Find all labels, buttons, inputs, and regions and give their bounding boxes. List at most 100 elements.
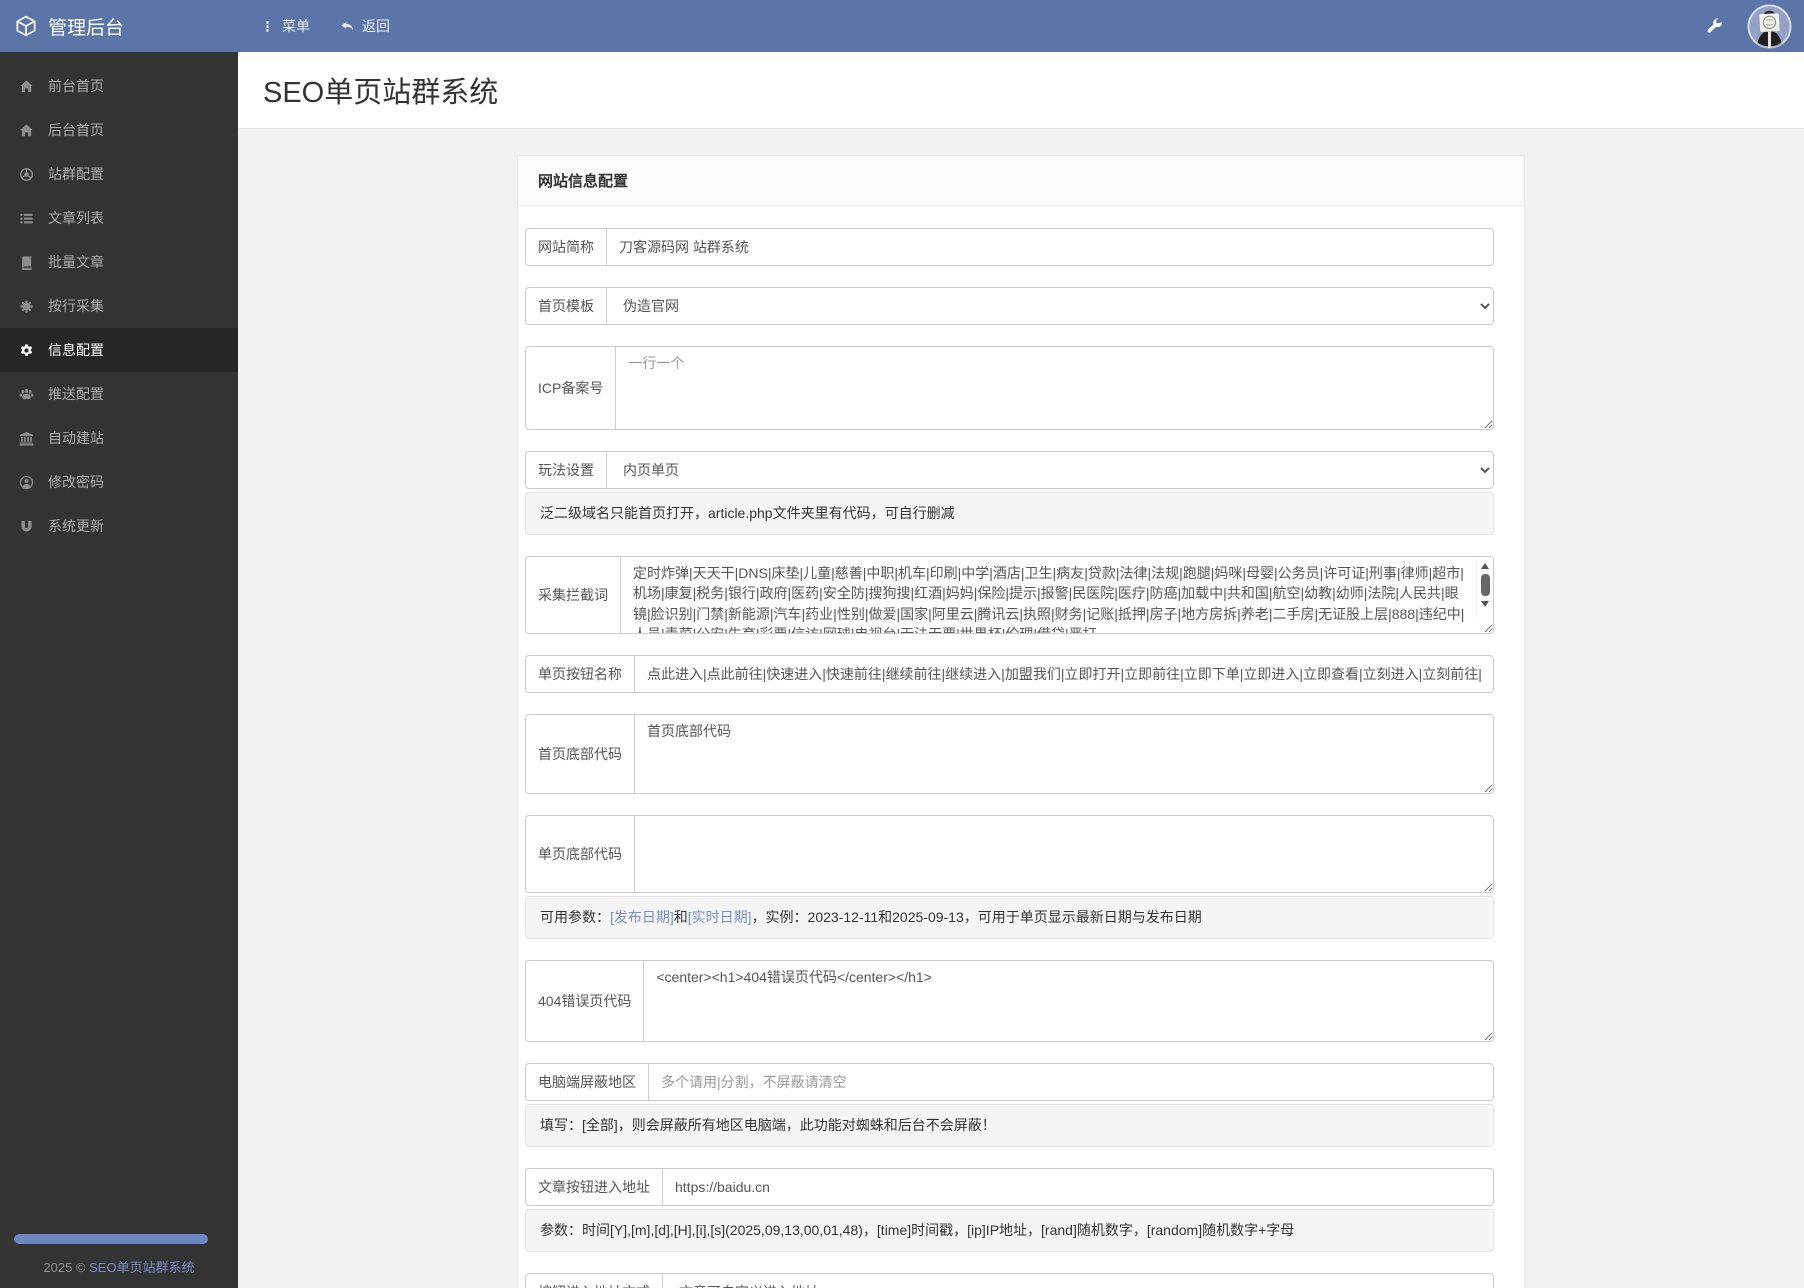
sidebar-item-admin-home[interactable]: 后台首页	[0, 108, 238, 152]
pc-block-area-help: 填写：[全部]，则会屏蔽所有地区电脑端，此功能对蜘蛛和后台不会屏蔽！	[525, 1104, 1494, 1147]
play-mode-help: 泛二级域名只能首页打开，article.php文件夹里有代码，可自行删减	[525, 492, 1494, 535]
content: 网站信息配置 网站简称 首页模板 伪造官网	[238, 129, 1804, 1288]
sidebar-item-change-password[interactable]: 修改密码	[0, 460, 238, 504]
textarea-scrollbar	[1476, 557, 1493, 617]
brand-title: 管理后台	[48, 17, 125, 39]
panel-body: 网站简称 首页模板 伪造官网 ICP备案号	[518, 206, 1524, 1288]
sidebar-progress-bar	[14, 1234, 208, 1244]
sidebar-nav: 前台首页 后台首页 站群配置 文章列表 批量文章 按行采集 信息配置 推送配置	[0, 52, 238, 548]
site-name-input[interactable]	[606, 228, 1494, 266]
bank-icon	[17, 431, 35, 446]
pc-block-area-input[interactable]	[648, 1063, 1494, 1101]
button-url-mode-label: 按钮进入地址方式	[525, 1273, 662, 1288]
top-navbar: 管理后台 菜单 返回	[0, 0, 1804, 52]
field-page-footer-code: 单页底部代码 可用参数：[发布日期]和[实时日期]，实例：2023-12-11和…	[525, 815, 1494, 939]
field-block-words: 采集拦截词 定时炸弹|天天干|DNS|床垫|儿童|慈善|中职|机车|印刷|中学|…	[525, 556, 1494, 634]
menu-label: 菜单	[282, 18, 310, 34]
field-button-names: 单页按钮名称	[525, 655, 1494, 693]
scroll-down-arrow[interactable]	[1481, 601, 1489, 607]
sidebar-item-label: 推送配置	[48, 386, 104, 402]
block-words-textarea[interactable]: 定时炸弹|天天干|DNS|床垫|儿童|慈善|中职|机车|印刷|中学|酒店|卫生|…	[620, 556, 1494, 634]
field-button-url-mode: 按钮进入地址方式 文章可自定义进入地址	[525, 1273, 1494, 1288]
settings-button[interactable]	[1706, 18, 1723, 35]
field-home-footer-code: 首页底部代码 首页底部代码	[525, 714, 1494, 794]
user-circle-icon	[17, 475, 35, 490]
pc-block-area-label: 电脑端屏蔽地区	[525, 1063, 648, 1101]
icp-label: ICP备案号	[525, 346, 616, 430]
sidebar-footer: 2025 © SEO单页站群系统	[0, 1234, 238, 1276]
404-code-textarea[interactable]: <center><h1>404错误页代码</center></h1>	[643, 960, 1494, 1042]
field-article-button-url: 文章按钮进入地址 参数：时间[Y],[m],[d],[H],[i],[s](20…	[525, 1168, 1494, 1252]
field-pc-block-area: 电脑端屏蔽地区 填写：[全部]，则会屏蔽所有地区电脑端，此功能对蜘蛛和后台不会屏…	[525, 1063, 1494, 1147]
home-template-label: 首页模板	[525, 287, 606, 325]
page-title: SEO单页站群系统	[263, 77, 499, 109]
sidebar-item-label: 按行采集	[48, 298, 104, 314]
sidebar-item-label: 文章列表	[48, 210, 104, 226]
sidebar-item-label: 后台首页	[48, 122, 104, 138]
copyright-link[interactable]: SEO单页站群系统	[89, 1260, 194, 1275]
field-play-mode: 玩法设置 内页单页 泛二级域名只能首页打开，article.php文件夹里有代码…	[525, 451, 1494, 535]
magnet-icon	[17, 519, 35, 534]
article-button-url-help: 参数：时间[Y],[m],[d],[H],[i],[s](2025,09,13,…	[525, 1209, 1494, 1252]
copyright-prefix: 2025 ©	[43, 1260, 90, 1275]
play-mode-label: 玩法设置	[525, 451, 606, 489]
paw-icon	[17, 387, 35, 402]
article-button-url-label: 文章按钮进入地址	[525, 1168, 662, 1206]
scroll-up-arrow[interactable]	[1481, 563, 1489, 569]
icp-textarea[interactable]	[615, 346, 1494, 430]
page-footer-code-help: 可用参数：[发布日期]和[实时日期]，实例：2023-12-11和2025-09…	[525, 896, 1494, 939]
sidebar-item-line-collect[interactable]: 按行采集	[0, 284, 238, 328]
play-mode-select[interactable]: 内页单页	[606, 451, 1494, 489]
page-footer-code-textarea[interactable]	[634, 815, 1494, 893]
cube-icon	[16, 15, 36, 37]
sidebar-item-label: 信息配置	[48, 342, 104, 358]
sidebar-item-label: 批量文章	[48, 254, 104, 270]
home-template-select[interactable]: 伪造官网	[606, 287, 1494, 325]
block-words-label: 采集拦截词	[525, 556, 620, 634]
page-footer-code-label: 单页底部代码	[525, 815, 634, 893]
sidebar-item-batch-articles[interactable]: 批量文章	[0, 240, 238, 284]
404-code-label: 404错误页代码	[525, 960, 644, 1042]
book-icon	[17, 255, 35, 270]
back-button[interactable]: 返回	[332, 0, 398, 52]
menu-toggle[interactable]: 菜单	[252, 0, 318, 52]
sidebar-item-push-config[interactable]: 推送配置	[0, 372, 238, 416]
button-names-label: 单页按钮名称	[525, 655, 634, 693]
sidebar-item-label: 前台首页	[48, 78, 104, 94]
page-header: SEO单页站群系统	[238, 52, 1804, 129]
panel-title: 网站信息配置	[518, 156, 1524, 206]
sidebar: 前台首页 后台首页 站群配置 文章列表 批量文章 按行采集 信息配置 推送配置	[0, 52, 238, 1288]
main-area: SEO单页站群系统 网站信息配置 网站简称 首页模板 伪造官网	[238, 0, 1804, 1288]
wrench-icon	[1707, 18, 1722, 33]
field-site-name: 网站简称	[525, 228, 1494, 266]
field-404-code: 404错误页代码 <center><h1>404错误页代码</center></…	[525, 960, 1494, 1042]
sidebar-item-article-list[interactable]: 文章列表	[0, 196, 238, 240]
sidebar-item-front-home[interactable]: 前台首页	[0, 64, 238, 108]
sidebar-item-label: 站群配置	[48, 166, 104, 182]
sidebar-item-label: 修改密码	[48, 474, 104, 490]
scrollbar-thumb[interactable]	[1480, 574, 1490, 596]
button-url-mode-select[interactable]: 文章可自定义进入地址	[662, 1273, 1494, 1288]
param-realtime-date: [实时日期]	[687, 909, 752, 925]
field-icp: ICP备案号	[525, 346, 1494, 430]
sidebar-item-site-group-config[interactable]: 站群配置	[0, 152, 238, 196]
brand[interactable]: 管理后台	[0, 13, 238, 40]
article-button-url-input[interactable]	[662, 1168, 1494, 1206]
sidebar-item-auto-build[interactable]: 自动建站	[0, 416, 238, 460]
badge-icon	[17, 299, 35, 314]
gear-icon	[17, 343, 35, 358]
home-icon	[17, 79, 35, 94]
sidebar-item-label: 自动建站	[48, 430, 104, 446]
site-info-panel: 网站信息配置 网站简称 首页模板 伪造官网	[517, 155, 1525, 1288]
param-publish-date: [发布日期]	[610, 909, 674, 925]
home-footer-code-textarea[interactable]: 首页底部代码	[634, 714, 1494, 794]
user-avatar[interactable]	[1747, 3, 1792, 49]
button-names-input[interactable]	[634, 655, 1494, 693]
sidebar-item-info-config[interactable]: 信息配置	[0, 328, 238, 372]
back-label: 返回	[362, 18, 390, 34]
sidebar-item-system-update[interactable]: 系统更新	[0, 504, 238, 548]
help-text: 和	[673, 909, 688, 925]
site-name-label: 网站简称	[525, 228, 606, 266]
home-icon	[17, 123, 35, 138]
sidebar-item-label: 系统更新	[48, 518, 104, 534]
